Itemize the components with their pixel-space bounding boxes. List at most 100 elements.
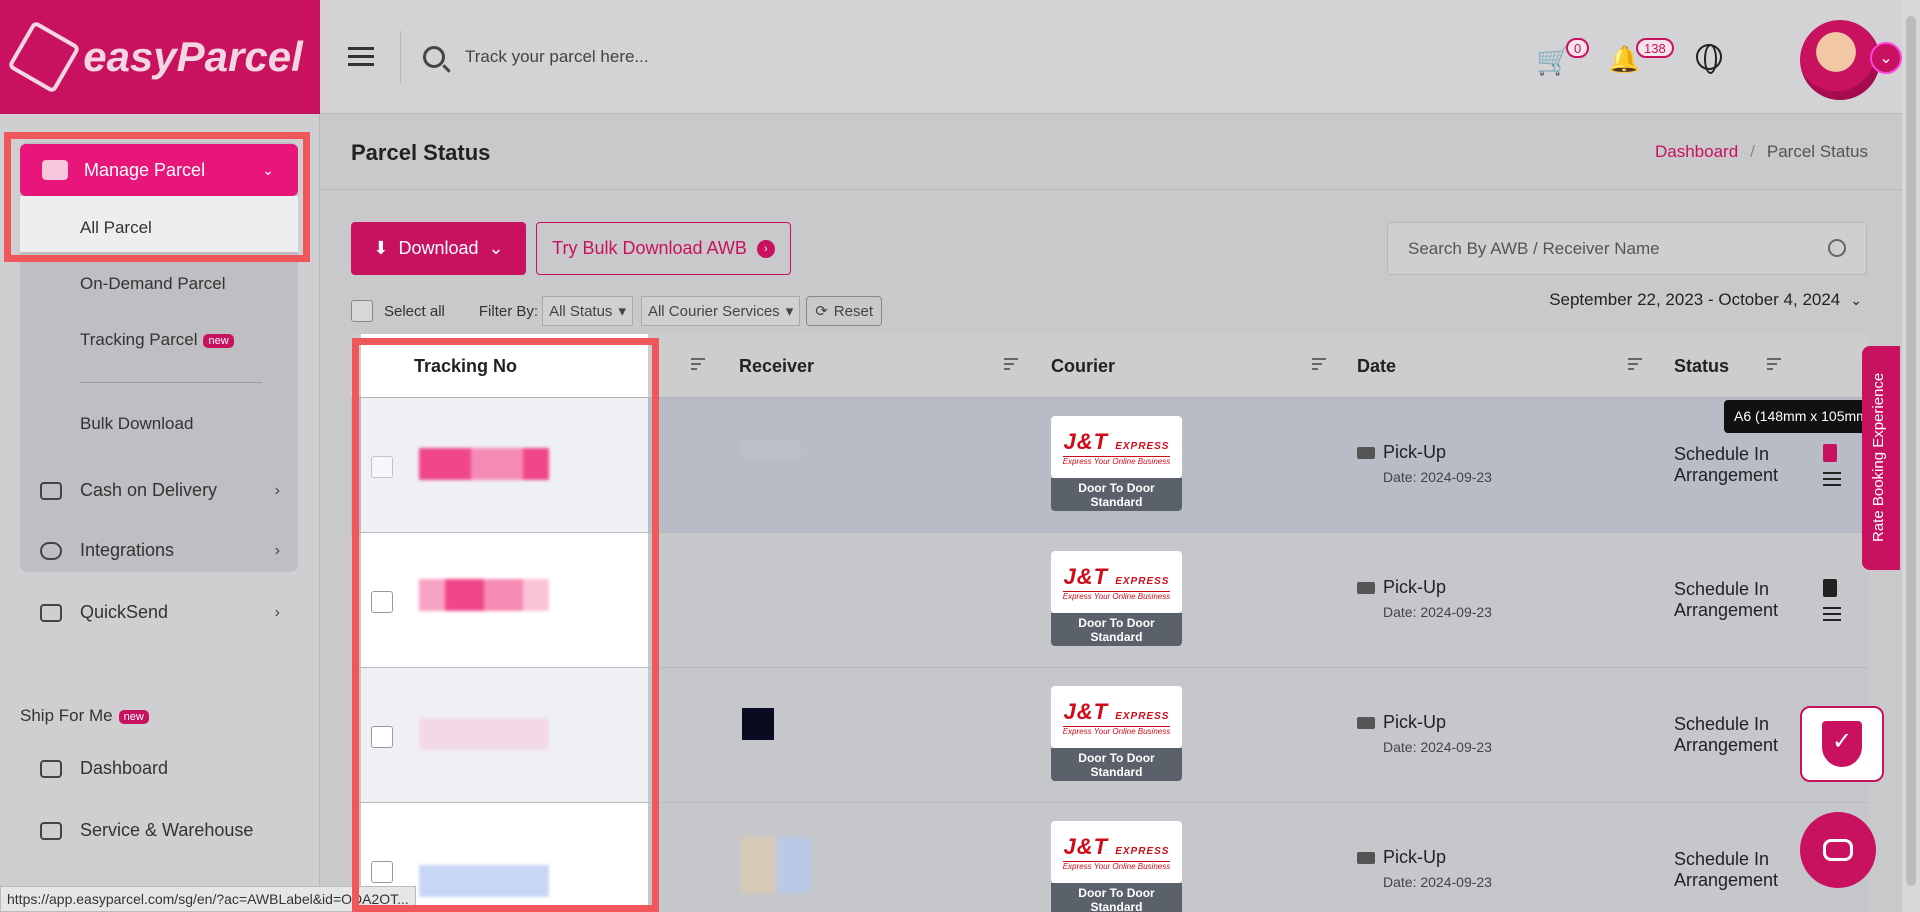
scrollbar-thumb[interactable] xyxy=(1906,16,1916,886)
scrollbar[interactable] xyxy=(1902,0,1920,912)
pickup-date: Date: 2024-09-23 xyxy=(1383,604,1492,620)
awb-search-input[interactable]: Search By AWB / Receiver Name xyxy=(1387,222,1867,275)
all-parcel-highlight xyxy=(20,196,298,252)
bank-icon xyxy=(40,821,62,840)
row-checkbox[interactable] xyxy=(371,861,393,883)
sidebar-item-integrations[interactable]: Integrations › xyxy=(40,540,280,561)
row-checkbox[interactable] xyxy=(371,591,393,613)
chevron-right-icon: › xyxy=(274,481,280,499)
courier-tagline: Express Your Online Business xyxy=(1062,860,1171,871)
date-cell: Pick-Up Date: 2024-09-23 xyxy=(1357,712,1492,755)
search-icon[interactable] xyxy=(1828,239,1846,257)
row-checkbox[interactable] xyxy=(371,726,393,748)
tracking-number-redacted[interactable] xyxy=(419,865,549,897)
sidebar-item-all-parcel[interactable]: All Parcel xyxy=(80,218,152,238)
filter-bar: Select all Filter By: All Status ▾ All Co… xyxy=(351,295,882,327)
column-tracking-no[interactable]: Tracking No xyxy=(414,356,517,377)
tracking-number-redacted[interactable] xyxy=(419,448,549,480)
print-awb-icon[interactable] xyxy=(1823,579,1837,597)
sort-icon[interactable] xyxy=(1312,358,1326,373)
reset-button[interactable]: ⟳ Reset xyxy=(806,296,882,326)
pickup-date: Date: 2024-09-23 xyxy=(1383,739,1492,755)
manage-parcel-label: Manage Parcel xyxy=(84,159,206,180)
courier-tagline: Express Your Online Business xyxy=(1062,455,1171,466)
logo[interactable]: easyParcel xyxy=(0,0,320,114)
menu-icon[interactable] xyxy=(1823,472,1841,486)
row-actions xyxy=(1823,444,1841,490)
receiver-redacted xyxy=(741,440,801,460)
column-receiver[interactable]: Receiver xyxy=(739,356,814,377)
chevron-right-icon: › xyxy=(274,541,280,559)
truck-icon xyxy=(1357,716,1375,729)
status-filter-select[interactable]: All Status ▾ xyxy=(542,296,633,326)
pickup-label: Pick-Up xyxy=(1383,712,1447,732)
breadcrumb-dashboard-link[interactable]: Dashboard xyxy=(1655,142,1738,161)
sidebar-item-bulk-download[interactable]: Bulk Download xyxy=(80,414,193,434)
brand-name: easyParcel xyxy=(83,33,303,80)
arrow-right-icon: › xyxy=(756,239,775,258)
chevron-down-icon[interactable]: ⌄ xyxy=(1870,42,1902,74)
bulk-download-awb-button[interactable]: Try Bulk Download AWB › xyxy=(536,222,791,275)
sidebar-item-dashboard[interactable]: Dashboard xyxy=(40,758,280,779)
courier-tagline: Express Your Online Business xyxy=(1062,725,1171,736)
sidebar-item-on-demand-parcel[interactable]: On-Demand Parcel xyxy=(80,274,226,294)
awb-search-placeholder: Search By AWB / Receiver Name xyxy=(1408,238,1660,258)
column-status[interactable]: Status xyxy=(1674,356,1729,377)
notification-count-badge: 138 xyxy=(1636,38,1674,58)
avatar[interactable] xyxy=(1800,20,1880,100)
courier-logo-text: J&T xyxy=(1063,563,1109,589)
sort-icon[interactable] xyxy=(691,358,705,373)
breadcrumb: Dashboard / Parcel Status xyxy=(1655,142,1868,162)
column-courier[interactable]: Courier xyxy=(1051,356,1115,377)
receiver-avatar xyxy=(742,708,774,740)
easycover-badge[interactable]: ✓ xyxy=(1800,706,1884,782)
service-warehouse-label: Service & Warehouse xyxy=(80,820,254,840)
track-parcel-input[interactable] xyxy=(465,46,1065,67)
page-header: Parcel Status Dashboard / Parcel Status xyxy=(320,114,1920,190)
sort-icon[interactable] xyxy=(1767,358,1781,373)
status-cell: Schedule In Arrangement xyxy=(1674,444,1779,485)
courier-service-label: Door To Door Standard xyxy=(1051,478,1182,511)
truck-icon xyxy=(1357,581,1375,594)
menu-icon[interactable] xyxy=(1823,607,1841,621)
tracking-number-redacted[interactable] xyxy=(419,718,549,750)
paper-size-tooltip: A6 (148mm x 105mm) xyxy=(1724,400,1874,433)
table-row[interactable]: J&T EXPRESS Express Your Online Business … xyxy=(351,398,1868,533)
date-range-picker[interactable]: September 22, 2023 - October 4, 2024 ⌄ xyxy=(1549,290,1862,310)
status-filter-value: All Status xyxy=(549,302,613,320)
globe-icon[interactable] xyxy=(1696,44,1722,74)
date-range-value: September 22, 2023 - October 4, 2024 xyxy=(1549,290,1841,309)
row-actions xyxy=(1823,579,1841,625)
quicksend-label: QuickSend xyxy=(80,602,169,622)
rate-booking-experience-tab[interactable]: Rate Booking Experience xyxy=(1862,346,1900,570)
sidebar-item-tracking-parcel[interactable]: Tracking Parcel new xyxy=(80,330,234,350)
table-row[interactable]: J&T EXPRESS Express Your Online Business … xyxy=(351,668,1868,803)
manage-parcel-button[interactable]: Manage Parcel ⌄ xyxy=(20,144,298,196)
download-icon: ⬇ xyxy=(373,238,389,258)
select-all-checkbox[interactable] xyxy=(351,300,373,322)
courier-service-label: Door To Door Standard xyxy=(1051,613,1182,646)
tracking-number-redacted[interactable] xyxy=(419,579,549,611)
jt-express-logo: J&T EXPRESS Express Your Online Business xyxy=(1051,821,1182,883)
tracking-parcel-label: Tracking Parcel xyxy=(80,330,198,349)
sort-icon[interactable] xyxy=(1004,358,1018,373)
row-checkbox[interactable] xyxy=(371,456,393,478)
sidebar-item-cash-on-delivery[interactable]: Cash on Delivery › xyxy=(40,480,280,501)
courier-card: J&T EXPRESS Express Your Online Business … xyxy=(1051,416,1182,513)
sort-icon[interactable] xyxy=(1628,358,1642,373)
link-icon xyxy=(40,541,62,560)
courier-card: J&T EXPRESS Express Your Online Business … xyxy=(1051,551,1182,648)
receiver-redacted xyxy=(741,837,811,893)
print-awb-icon[interactable] xyxy=(1823,444,1837,462)
chat-button[interactable] xyxy=(1800,812,1876,888)
column-date[interactable]: Date xyxy=(1357,356,1396,377)
courier-filter-select[interactable]: All Courier Services ▾ xyxy=(640,296,801,326)
download-button[interactable]: ⬇ Download ⌄ xyxy=(351,222,526,275)
hamburger-menu-icon[interactable] xyxy=(348,47,374,66)
table-row[interactable]: J&T EXPRESS Express Your Online Business … xyxy=(351,803,1868,912)
sidebar-item-quicksend[interactable]: QuickSend › xyxy=(40,602,280,623)
bulk-download-label: Try Bulk Download AWB xyxy=(552,238,747,258)
table-row[interactable]: J&T EXPRESS Express Your Online Business … xyxy=(351,533,1868,668)
sidebar-item-service-warehouse[interactable]: Service & Warehouse xyxy=(40,820,280,841)
pickup-label: Pick-Up xyxy=(1383,847,1447,867)
